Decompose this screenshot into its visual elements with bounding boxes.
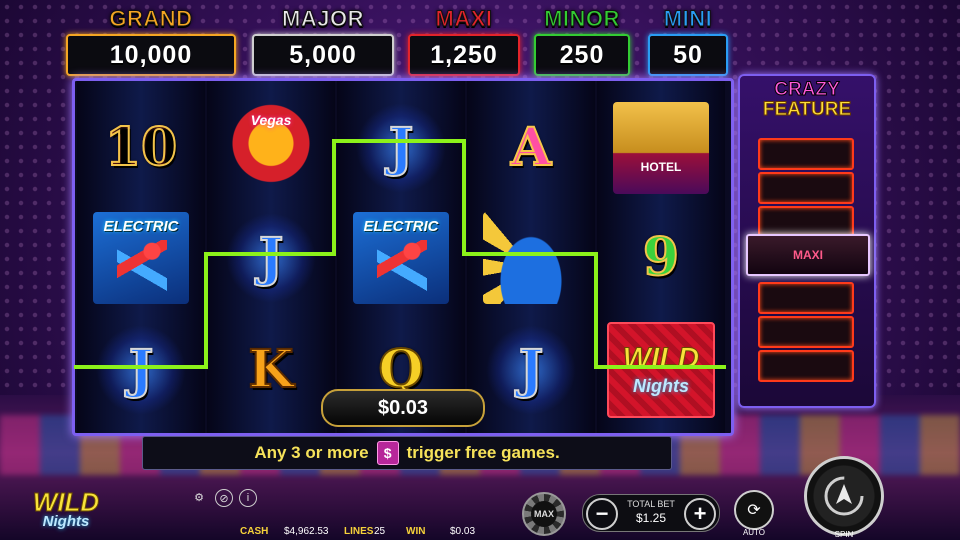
reel-4: A J [467,81,595,433]
feature-slot-active: MAXI [746,234,870,276]
total-bet-value: $1.25 [635,511,667,525]
reel-5: HOTEL 9 WILD Nights [597,81,725,433]
jackpot-grand: GRAND 10,000 [66,6,236,76]
increase-bet-button[interactable]: + [684,498,716,530]
feather-headdress-symbol [483,211,579,304]
max-bet-button[interactable]: MAX [522,492,566,536]
spin-label: SPIN [834,530,854,539]
lines-value: 25 [374,526,386,537]
feature-slot [758,138,854,170]
reel-symbol: ELECTRIC [337,199,465,316]
total-bet-control: − TOTAL BET $1.25 + [582,494,720,532]
jackpot-maxi-value: 1,250 [408,34,520,76]
electric-symbol-text: ELECTRIC [103,217,179,235]
crazy-title-line1: CRAZY [774,79,840,100]
logo-nights-text: Nights [42,513,90,530]
reel-symbol: J [77,311,205,428]
jackpot-mini: MINI 50 [648,6,728,76]
crazy-feature-title: CRAZY FEATURE [740,79,874,120]
autoplay-icon: ⟳ [747,502,761,519]
reel-grid: 10 ELECTRIC J Vegas J K J ELECTRIC Q A J… [72,78,734,436]
info-text-before: Any 3 or more [254,443,369,462]
jackpot-meters: GRAND 10,000 MAJOR 5,000 MAXI 1,250 MINO… [66,6,736,76]
feature-slot [758,350,854,382]
max-bet-label: MAX [531,501,557,527]
autoplay-button[interactable]: ⟳ [734,490,774,530]
jackpot-minor-value: 250 [534,34,630,76]
symbol-jack: J [258,226,285,289]
reel-1: 10 ELECTRIC J [77,81,205,433]
crazy-title-line2: FEATURE [762,99,852,120]
reel-symbol: HOTEL [597,89,725,206]
feature-wheel: MAXI [746,138,870,384]
electric-symbol-text: ELECTRIC [363,217,439,235]
decrease-bet-button[interactable]: − [586,498,618,530]
game-logo: WILD Nights [12,487,120,535]
reel-symbol: 10 [77,89,205,206]
reel-symbol: ELECTRIC [77,199,205,316]
symbol-ace: A [510,116,552,179]
reel-symbol: 9 [597,199,725,316]
wild-nights-text: Nights [633,375,689,396]
line-win-amount: $0.03 [321,389,485,427]
jackpot-maxi: MAXI 1,250 [408,6,520,76]
reel-symbol: A [467,89,595,206]
jackpot-major-label: MAJOR [282,6,364,32]
dollar-scatter-icon: $ [376,441,399,465]
jackpot-grand-label: GRAND [109,6,193,32]
symbol-jack: J [518,338,545,401]
symbol-jack: J [388,116,415,179]
info-message-bar: Any 3 or more $ trigger free games. [142,436,672,470]
reel-symbol [467,199,595,316]
win-label: WIN [406,526,426,537]
showgirl-figure-icon [117,239,167,296]
total-bet-label: TOTAL BET [627,499,675,509]
reel-symbol: Vegas [207,89,335,206]
reel-symbol: WILD Nights [597,311,725,428]
jackpot-minor-label: MINOR [544,6,620,32]
symbol-king: K [247,338,294,401]
jackpot-mini-value: 50 [648,34,728,76]
sound-mute-icon[interactable]: ⊘ [215,489,233,507]
feature-slot [758,316,854,348]
electric-girl-symbol: ELECTRIC [353,211,449,304]
cash-value: $4,962.53 [284,526,329,537]
reel-symbol: K [207,311,335,428]
info-text-after: trigger free games. [406,443,560,462]
vegas-symbol-text: Vegas [250,111,292,128]
feature-slot [758,172,854,204]
jackpot-mini-label: MINI [663,6,713,32]
autoplay-label: AUTO [742,528,766,537]
jackpot-minor: MINOR 250 [534,6,630,76]
wild-symbol-text: WILD [622,341,700,375]
cash-label: CASH [240,526,269,537]
win-value: $0.03 [450,526,476,537]
vegas-balloon-symbol: Vegas [223,101,319,194]
lines-label: LINES [344,526,374,537]
symbol-jack: J [128,338,155,401]
showgirl-figure-icon [377,239,427,296]
feature-slot [758,282,854,314]
status-bar: CASH $4,962.53 LINES 25 WIN $0.03 [230,522,520,540]
spin-button[interactable] [804,456,884,536]
jackpot-major-value: 5,000 [252,34,394,76]
reel-symbol: J [337,89,465,206]
jackpot-grand-value: 10,000 [66,34,236,76]
jackpot-major: MAJOR 5,000 [252,6,394,76]
reel-2: Vegas J K [207,81,335,433]
settings-icon[interactable]: ⚙ [191,489,207,505]
spin-icon [824,476,864,516]
symbol-nine: 9 [642,226,680,289]
wild-symbol: WILD Nights [607,321,715,418]
hotel-symbol-text: HOTEL [640,159,682,174]
reel-symbol: J [467,311,595,428]
reel-symbol: J [207,199,335,316]
electric-girl-symbol: ELECTRIC [93,211,189,304]
symbol-ten: 10 [104,116,178,179]
reel-3: J ELECTRIC Q [337,81,465,433]
info-icon[interactable]: i [239,489,257,507]
jackpot-maxi-label: MAXI [435,6,493,32]
crazy-feature-panel: CRAZY FEATURE MAXI [738,74,876,408]
hotel-building-symbol: HOTEL [613,101,709,194]
